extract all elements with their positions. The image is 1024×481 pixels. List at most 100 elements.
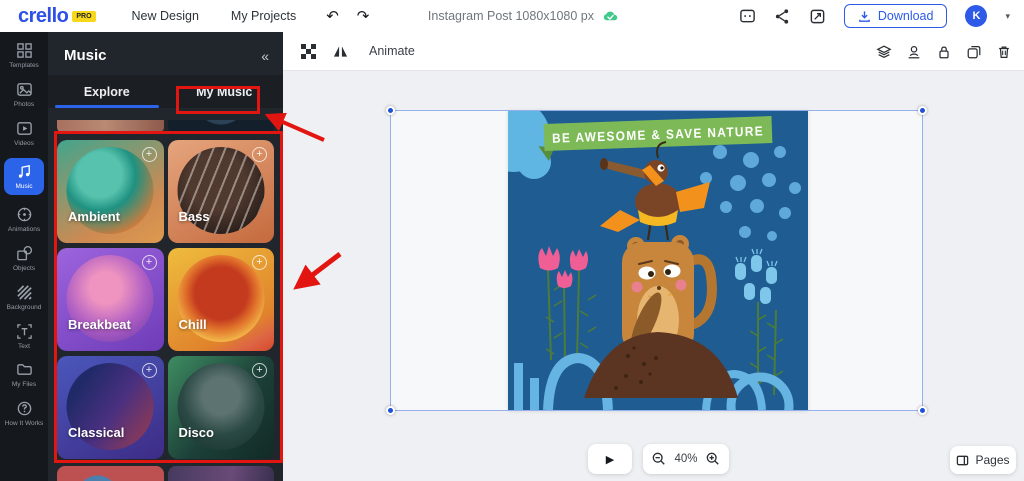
collapse-panel-icon[interactable]: «: [261, 48, 267, 64]
objects-icon: [16, 245, 33, 262]
zoom-level: 40%: [674, 453, 697, 465]
document-title[interactable]: Instagram Post 1080x1080 px: [428, 9, 594, 23]
music-tile-disco[interactable]: + Disco: [168, 356, 275, 459]
play-button[interactable]: ▶: [588, 444, 632, 474]
duplicate-icon[interactable]: [966, 44, 982, 60]
canvas-artwork[interactable]: BE AWESOME & SAVE NATURE: [508, 110, 808, 410]
music-tile-bass[interactable]: + Bass: [168, 140, 275, 243]
help-icon: [16, 400, 33, 417]
pages-button[interactable]: Pages: [950, 446, 1016, 474]
category-label: Classical: [68, 425, 124, 440]
crello-editor-window: crello PRO New Design My Projects ↶ ↷ In…: [0, 0, 1024, 481]
templates-grid-icon: [16, 42, 33, 59]
tab-my-music[interactable]: My Music: [166, 75, 284, 108]
position-icon[interactable]: [906, 44, 922, 60]
feedback-icon[interactable]: [739, 8, 756, 25]
sidebar-item-objects[interactable]: Objects: [2, 245, 46, 273]
undo-icon[interactable]: ↶: [326, 9, 339, 24]
category-label: Chill: [179, 317, 207, 332]
music-panel-header: Music «: [48, 32, 283, 75]
selection-handle-top-left[interactable]: [386, 106, 395, 115]
sidebar-item-photos[interactable]: Photos: [2, 81, 46, 109]
add-track-icon[interactable]: +: [142, 255, 157, 270]
category-label: Ambient: [68, 209, 120, 224]
canvas-toolbar: Animate: [283, 32, 1024, 71]
photos-icon: [16, 81, 33, 98]
document-title-group: Instagram Post 1080x1080 px: [428, 0, 619, 32]
sidebar-item-music[interactable]: Music: [4, 158, 44, 195]
sidebar-item-text[interactable]: Text: [2, 323, 46, 351]
music-tile-partial[interactable]: [168, 120, 275, 133]
sidebar-item-my-files[interactable]: My Files: [2, 361, 46, 389]
selection-handle-top-right[interactable]: [918, 106, 927, 115]
pages-icon: [956, 454, 969, 467]
music-tile-breakbeat[interactable]: + Breakbeat: [57, 248, 164, 351]
redo-icon[interactable]: ↷: [357, 9, 370, 24]
music-tile-row-partial-bottom: [57, 466, 274, 481]
category-label: Disco: [179, 425, 214, 440]
crello-logo[interactable]: crello PRO: [18, 5, 96, 28]
zoom-in-icon[interactable]: [706, 452, 720, 466]
avatar[interactable]: K: [965, 5, 987, 27]
nav-new-design[interactable]: New Design: [132, 9, 199, 23]
zoom-controls: 40%: [643, 444, 729, 474]
music-tile-partial[interactable]: [168, 466, 275, 481]
share-icon[interactable]: [774, 8, 791, 25]
sidebar-item-animations[interactable]: Animations: [2, 206, 46, 234]
nav-my-projects[interactable]: My Projects: [231, 9, 296, 23]
sidebar-item-background[interactable]: Background: [2, 284, 46, 312]
flip-icon[interactable]: [333, 44, 348, 59]
music-tile-classical[interactable]: + Classical: [57, 356, 164, 459]
music-tile-chill[interactable]: + Chill: [168, 248, 275, 351]
pro-badge: PRO: [72, 11, 95, 22]
videos-icon: [16, 120, 33, 137]
sidebar-item-videos[interactable]: Videos: [2, 120, 46, 148]
toolbar-right-group: [876, 32, 1012, 71]
download-button[interactable]: Download: [844, 4, 948, 28]
add-track-icon[interactable]: +: [252, 363, 267, 378]
music-category-grid: + Ambient + Bass + Breakbeat + Chill +: [57, 140, 274, 459]
resize-icon[interactable]: [809, 8, 826, 25]
logo-text: crello: [18, 5, 68, 28]
zoom-out-icon[interactable]: [652, 452, 666, 466]
toolbar-left-group: Animate: [301, 44, 415, 59]
canvas-area: Animate: [283, 32, 1024, 481]
music-tile-row-partial-top: [57, 120, 274, 133]
music-tile-ambient[interactable]: + Ambient: [57, 140, 164, 243]
animations-icon: [16, 206, 33, 223]
sidebar: Templates Photos Videos Music Animations…: [0, 32, 48, 481]
lock-icon[interactable]: [936, 44, 952, 60]
panel-title: Music: [64, 47, 107, 64]
text-icon: [16, 323, 33, 340]
download-icon: [858, 10, 871, 23]
music-tile-partial[interactable]: [57, 120, 164, 133]
add-track-icon[interactable]: +: [142, 363, 157, 378]
animate-button[interactable]: Animate: [369, 44, 415, 58]
folder-icon: [16, 361, 33, 378]
category-label: Breakbeat: [68, 317, 131, 332]
history-controls: ↶ ↷: [326, 9, 369, 24]
sidebar-item-how-it-works[interactable]: How It Works: [2, 400, 46, 428]
music-tile-partial[interactable]: [57, 466, 164, 481]
music-tabs: Explore My Music: [48, 75, 283, 108]
background-icon: [16, 284, 33, 301]
music-note-icon: [16, 163, 33, 180]
cloud-sync-icon: [602, 8, 619, 25]
download-label: Download: [878, 9, 934, 23]
category-label: Bass: [179, 209, 210, 224]
add-track-icon[interactable]: +: [142, 147, 157, 162]
selection-handle-bottom-right[interactable]: [918, 406, 927, 415]
selection-handle-bottom-left[interactable]: [386, 406, 395, 415]
add-track-icon[interactable]: +: [252, 255, 267, 270]
tab-explore[interactable]: Explore: [48, 75, 166, 108]
transparency-icon[interactable]: [301, 44, 316, 59]
sidebar-item-templates[interactable]: Templates: [2, 42, 46, 70]
topbar: crello PRO New Design My Projects ↶ ↷ In…: [0, 0, 1024, 32]
topbar-right: Download K ▾: [739, 0, 1010, 32]
layers-icon[interactable]: [876, 44, 892, 60]
delete-icon[interactable]: [996, 44, 1012, 60]
add-track-icon[interactable]: +: [252, 147, 267, 162]
account-caret-icon[interactable]: ▾: [1005, 11, 1010, 22]
music-panel: Music « Explore My Music + Ambient + Bas…: [48, 32, 283, 481]
pages-label: Pages: [975, 453, 1009, 467]
